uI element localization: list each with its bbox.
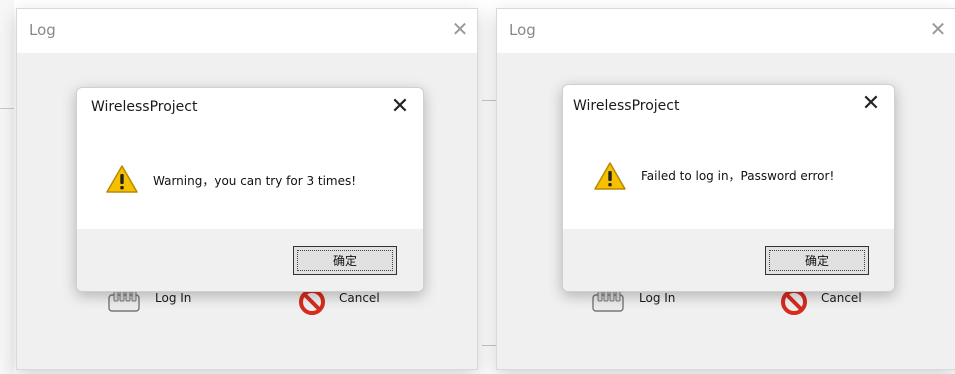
message-dialog-left: WirelessProject ✕ Warning，you can try fo… (76, 87, 424, 292)
message-dialog-right: WirelessProject ✕ Failed to log in，Passw… (562, 84, 895, 292)
window-title: Log (509, 21, 536, 39)
background-divider (482, 100, 496, 101)
warning-icon (106, 165, 138, 193)
dialog-message: Failed to log in，Password error! (641, 169, 835, 183)
ok-button[interactable]: 确定 (293, 246, 397, 275)
dialog-message: Warning，you can try for 3 times! (153, 174, 357, 188)
login-label[interactable]: Log In (639, 291, 675, 305)
background-left-edge (0, 0, 14, 374)
window-close-button[interactable]: ✕ (927, 18, 949, 40)
warning-icon (594, 162, 626, 190)
window-titlebar: Log ✕ (497, 9, 955, 53)
window-titlebar: Log ✕ (17, 9, 477, 53)
dialog-title: WirelessProject (573, 98, 680, 114)
background-divider (482, 345, 496, 346)
dialog-footer: 确定 (77, 229, 423, 291)
ok-button[interactable]: 确定 (765, 246, 869, 275)
dialog-footer: 确定 (563, 229, 894, 291)
ok-button-label: 确定 (297, 250, 393, 271)
background-divider (0, 108, 14, 109)
window-close-button[interactable]: ✕ (449, 18, 471, 40)
dialog-title: WirelessProject (91, 99, 198, 115)
login-label[interactable]: Log In (155, 291, 191, 305)
cancel-label[interactable]: Cancel (339, 291, 380, 305)
dialog-close-button[interactable]: ✕ (858, 91, 884, 117)
ok-button-label: 确定 (769, 250, 865, 271)
dialog-close-button[interactable]: ✕ (387, 94, 413, 120)
window-title: Log (29, 21, 56, 39)
cancel-label[interactable]: Cancel (821, 291, 862, 305)
